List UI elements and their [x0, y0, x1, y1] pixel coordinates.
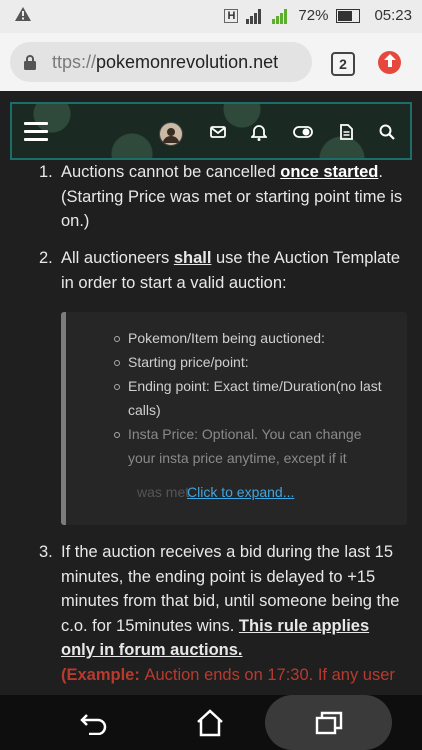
bell-icon[interactable]	[250, 120, 268, 144]
mail-icon[interactable]	[209, 120, 227, 144]
system-nav-bar	[0, 695, 422, 750]
url-text[interactable]: ttps://pokemonrevolution.net	[52, 52, 278, 73]
network-type-badge: H	[224, 8, 239, 23]
recents-icon	[309, 695, 349, 750]
browser-toolbar: ttps://pokemonrevolution.net 2	[0, 33, 422, 91]
example-text: (Example: Auction ends on 17:30. If any …	[61, 665, 395, 684]
faded-text: was met	[137, 484, 190, 500]
list-number: 2.	[39, 249, 53, 267]
click-to-expand-link[interactable]: Click to expand...	[187, 484, 294, 500]
tab-switcher-button[interactable]: 2	[331, 52, 355, 76]
menu-icon[interactable]	[24, 120, 48, 144]
status-bar: H 72% 05:23	[0, 0, 422, 33]
list-item: Ending point: Exact time/Duration(no las…	[114, 374, 388, 422]
rule-item-2: 2. All auctioneers shall use the Auction…	[39, 246, 407, 295]
list-number: 3.	[39, 543, 53, 561]
search-icon[interactable]	[378, 120, 396, 144]
emphasis-shall: shall	[173, 249, 212, 267]
avatar[interactable]	[159, 122, 183, 146]
clock: 05:23	[374, 7, 412, 24]
forum-header	[10, 102, 412, 160]
lock-icon[interactable]	[24, 54, 44, 70]
list-item: Starting price/point:	[114, 350, 388, 374]
warning-triangle-icon	[14, 6, 32, 27]
rule-item-3: 3. If the auction receives a bid during …	[39, 540, 407, 687]
list-number: 1.	[39, 163, 53, 181]
rule-text: Auctions cannot be cancelled	[61, 163, 281, 181]
list-item: Insta Price: Optional. You can change yo…	[114, 422, 388, 470]
signal-sim2-icon	[272, 8, 290, 24]
address-bar[interactable]: ttps://pokemonrevolution.net	[10, 42, 312, 82]
arrow-up-icon	[383, 53, 396, 72]
rule-item-1: 1. Auctions cannot be cancelled once sta…	[39, 160, 407, 234]
toggle-icon[interactable]	[293, 120, 313, 144]
back-icon[interactable]	[74, 695, 114, 750]
rule-text: All auctioneers	[61, 249, 174, 267]
signal-sim1-icon	[246, 8, 264, 24]
auction-template-quote: Pokemon/Item being auctioned: Starting p…	[61, 312, 407, 525]
template-list: Pokemon/Item being auctioned: Starting p…	[114, 326, 388, 470]
document-icon[interactable]	[338, 120, 354, 144]
once-started-link[interactable]: once started	[280, 163, 378, 181]
post-content: 1. Auctions cannot be cancelled once sta…	[0, 160, 422, 695]
url-domain: pokemonrevolution.net	[96, 51, 279, 72]
list-item: Pokemon/Item being auctioned:	[114, 326, 388, 350]
battery-icon	[336, 8, 361, 23]
battery-percent: 72%	[298, 7, 329, 24]
home-icon[interactable]	[190, 695, 230, 750]
url-scheme: ttps://	[52, 51, 97, 72]
recents-button[interactable]	[265, 695, 392, 750]
update-button[interactable]	[378, 51, 401, 74]
